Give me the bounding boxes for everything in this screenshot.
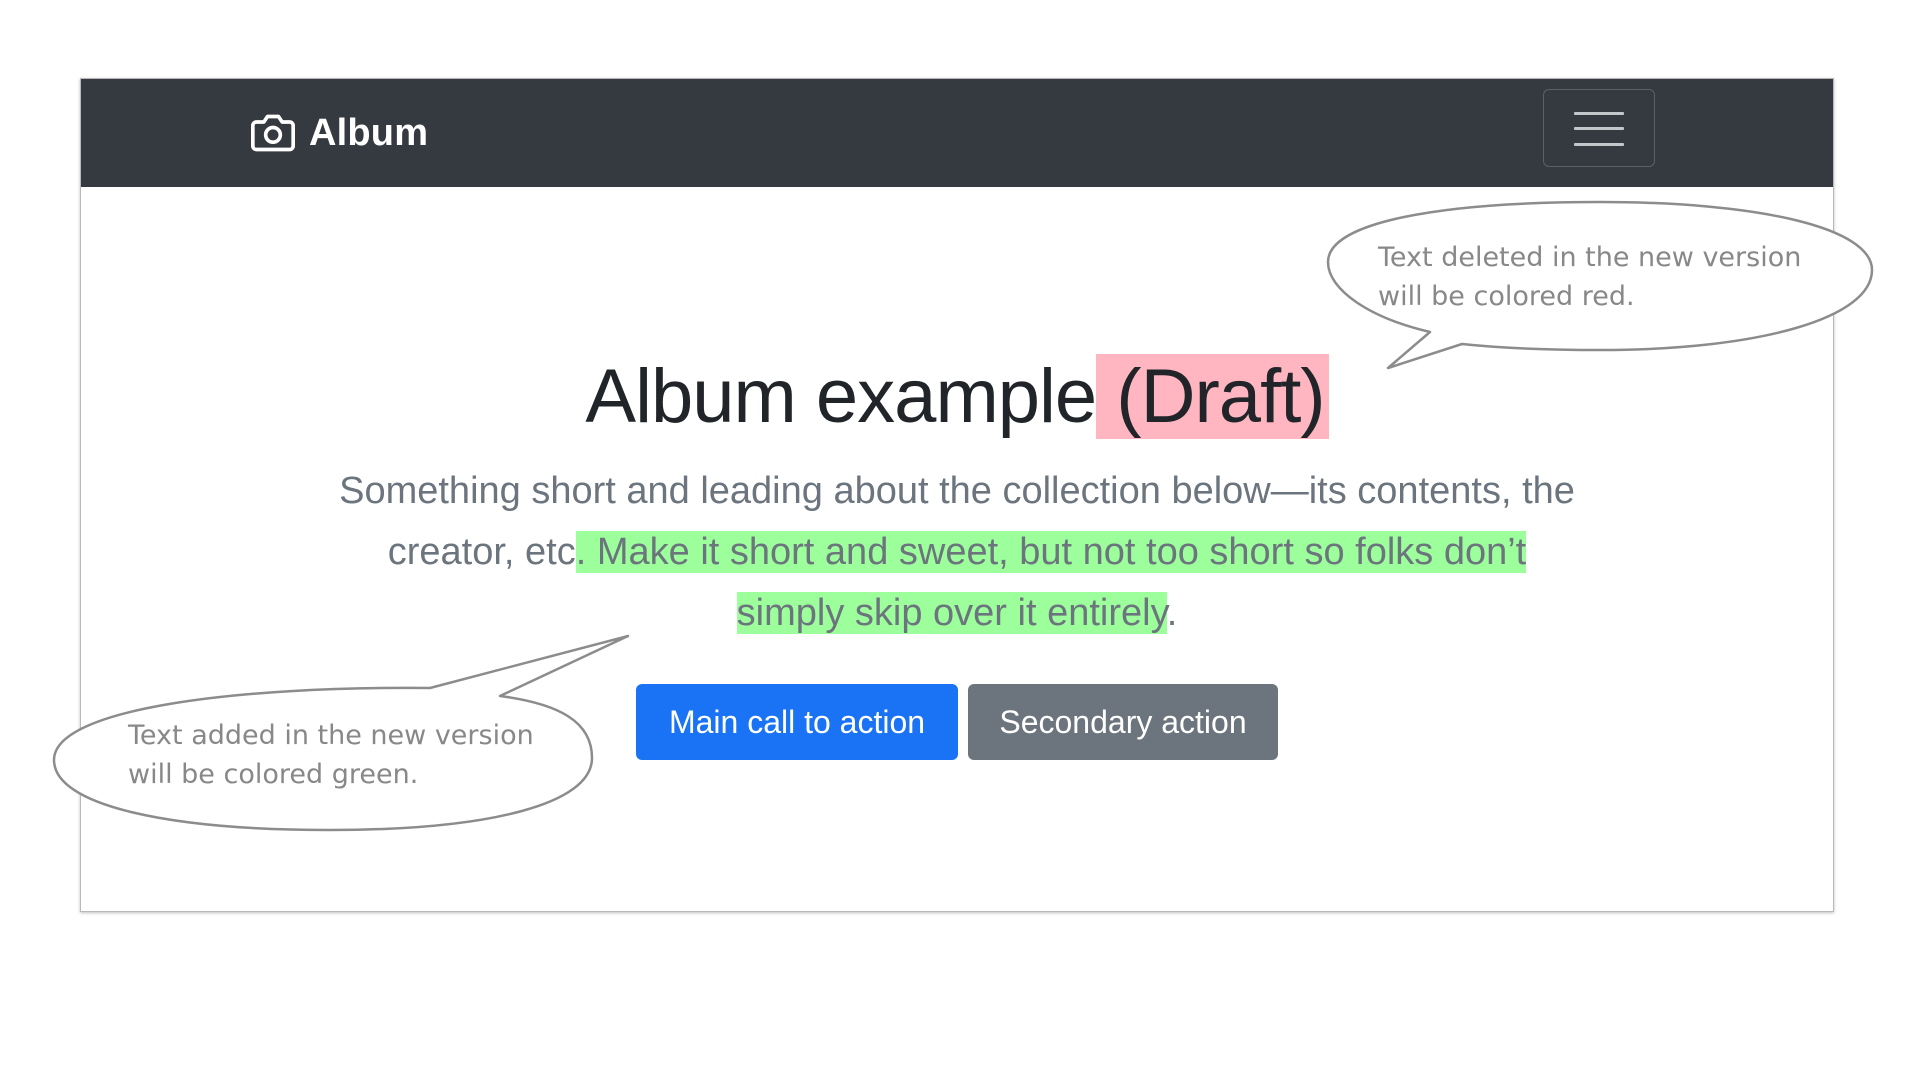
title-unchanged-text: Album example xyxy=(585,354,1097,439)
secondary-action-button[interactable]: Secondary action xyxy=(968,684,1278,760)
navbar-toggler-button[interactable] xyxy=(1543,89,1655,167)
brand-link[interactable]: Album xyxy=(251,105,428,161)
camera-icon xyxy=(251,114,295,152)
hamburger-menu-icon xyxy=(1574,112,1624,115)
added-note-line: will be colored green. xyxy=(128,759,419,790)
main-call-to-action-button[interactable]: Main call to action xyxy=(636,684,958,760)
added-note-text: Text added in the new version will be co… xyxy=(128,716,534,794)
added-note-line: Text added in the new version xyxy=(128,720,534,751)
hamburger-bar xyxy=(1574,127,1624,130)
deleted-note-line: will be colored red. xyxy=(1378,281,1635,312)
page-title: Album example (Draft) xyxy=(81,351,1833,443)
lead-added-text: . Make it short and sweet, but not too s… xyxy=(575,531,1527,634)
hamburger-bar xyxy=(1574,143,1624,146)
deleted-note-line: Text deleted in the new version xyxy=(1378,242,1802,273)
lead-period: . xyxy=(1166,592,1178,634)
deleted-note-text: Text deleted in the new version will be … xyxy=(1378,238,1801,316)
lead-paragraph: Something short and leading about the co… xyxy=(337,461,1577,644)
title-deleted-text: (Draft) xyxy=(1096,354,1329,439)
brand-name: Album xyxy=(309,111,429,154)
navbar: Album xyxy=(81,79,1833,187)
hero-section: Album example (Draft) Something short an… xyxy=(81,351,1833,760)
